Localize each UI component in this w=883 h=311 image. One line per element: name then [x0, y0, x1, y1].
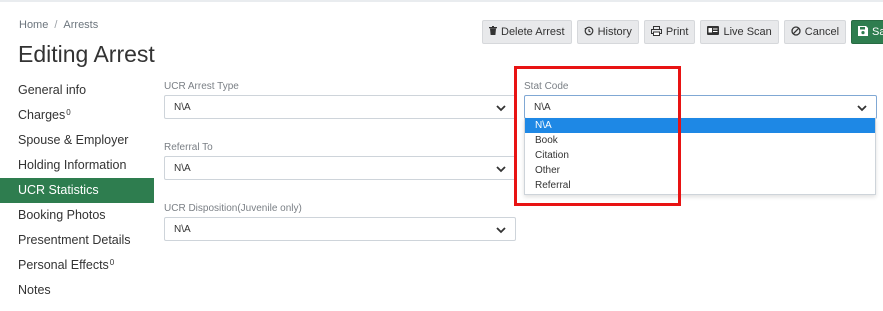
breadcrumb-home[interactable]: Home [19, 19, 48, 31]
stat-code-option[interactable]: Citation [525, 148, 875, 163]
live-scan-button[interactable]: Live Scan [700, 20, 779, 44]
select-value: N\A [534, 101, 551, 113]
stat-code-option[interactable]: N\A [525, 118, 875, 133]
sidebar-item-label: UCR Statistics [18, 183, 99, 197]
sidebar-item-label: Booking Photos [18, 208, 106, 222]
stat-code-select[interactable]: N\A [524, 95, 877, 119]
chevron-down-icon [857, 105, 867, 112]
floppy-disk-icon [858, 25, 869, 39]
sidebar-item-label: Personal Effects [18, 258, 109, 272]
stat-code-option[interactable]: Referral [525, 178, 875, 193]
sidebar-item-notes[interactable]: Notes [0, 278, 154, 303]
chevron-down-icon [496, 166, 506, 173]
chevron-down-icon [496, 227, 506, 234]
history-label: History [597, 26, 632, 38]
sidebar-item-holding-information[interactable]: Holding Information [0, 153, 154, 178]
sidebar-item-label: Presentment Details [18, 233, 131, 247]
referral-to-select[interactable]: N\A [164, 156, 516, 180]
stat-code-option[interactable]: Book [525, 133, 875, 148]
history-icon [584, 26, 594, 39]
toolbar: Delete Arrest History Print Live Scan Ca… [482, 20, 883, 44]
referral-to-label: Referral To [164, 142, 213, 153]
page-title: Editing Arrest [18, 41, 155, 67]
chevron-down-icon [496, 105, 506, 112]
sidebar-item-label: Notes [18, 283, 51, 297]
count-badge: 0 [109, 258, 115, 267]
sidebar-item-charges[interactable]: Charges0 [0, 103, 154, 128]
cancel-button[interactable]: Cancel [783, 20, 847, 44]
sidebar: General info Charges0 Spouse & Employer … [0, 78, 154, 303]
delete-arrest-label: Delete Arrest [501, 26, 565, 38]
stat-code-dropdown: N\A Book Citation Other Referral [524, 118, 876, 195]
breadcrumb-current[interactable]: Arrests [63, 19, 98, 31]
breadcrumb: Home / Arrests [19, 19, 98, 31]
trash-icon [489, 26, 497, 38]
breadcrumb-separator: / [54, 19, 58, 31]
sidebar-item-booking-photos[interactable]: Booking Photos [0, 203, 154, 228]
sidebar-item-label: General info [18, 83, 87, 97]
count-badge: 0 [66, 108, 71, 117]
ucr-disposition-label: UCR Disposition(Juvenile only) [164, 203, 302, 214]
sidebar-item-ucr-statistics[interactable]: UCR Statistics [0, 178, 154, 203]
sidebar-item-spouse-employer[interactable]: Spouse & Employer [0, 128, 154, 153]
print-label: Print [665, 26, 689, 38]
live-scan-label: Live Scan [723, 26, 772, 38]
sidebar-item-label: Charges [18, 108, 66, 122]
sidebar-item-label: Spouse & Employer [18, 133, 129, 147]
printer-icon [650, 25, 662, 39]
save-label: Save [872, 26, 883, 38]
cancel-label: Cancel [804, 26, 840, 38]
id-card-icon [707, 26, 720, 38]
select-value: N\A [174, 223, 191, 235]
sidebar-item-personal-effects[interactable]: Personal Effects0 [0, 253, 154, 278]
sidebar-item-presentment-details[interactable]: Presentment Details [0, 228, 154, 253]
select-value: N\A [174, 162, 191, 174]
stat-code-option[interactable]: Other [525, 163, 875, 178]
select-value: N\A [174, 101, 191, 113]
ucr-disposition-select[interactable]: N\A [164, 217, 516, 241]
ucr-arrest-type-select[interactable]: N\A [164, 95, 516, 119]
sidebar-item-general-info[interactable]: General info [0, 78, 154, 103]
ban-icon [791, 25, 801, 39]
history-button[interactable]: History [576, 20, 639, 44]
print-button[interactable]: Print [643, 20, 696, 44]
stat-code-label: Stat Code [524, 81, 569, 92]
top-border [0, 0, 883, 2]
ucr-arrest-type-label: UCR Arrest Type [164, 81, 239, 92]
save-button[interactable]: Save [851, 20, 883, 44]
sidebar-item-label: Holding Information [18, 158, 127, 172]
delete-arrest-button[interactable]: Delete Arrest [482, 20, 572, 44]
